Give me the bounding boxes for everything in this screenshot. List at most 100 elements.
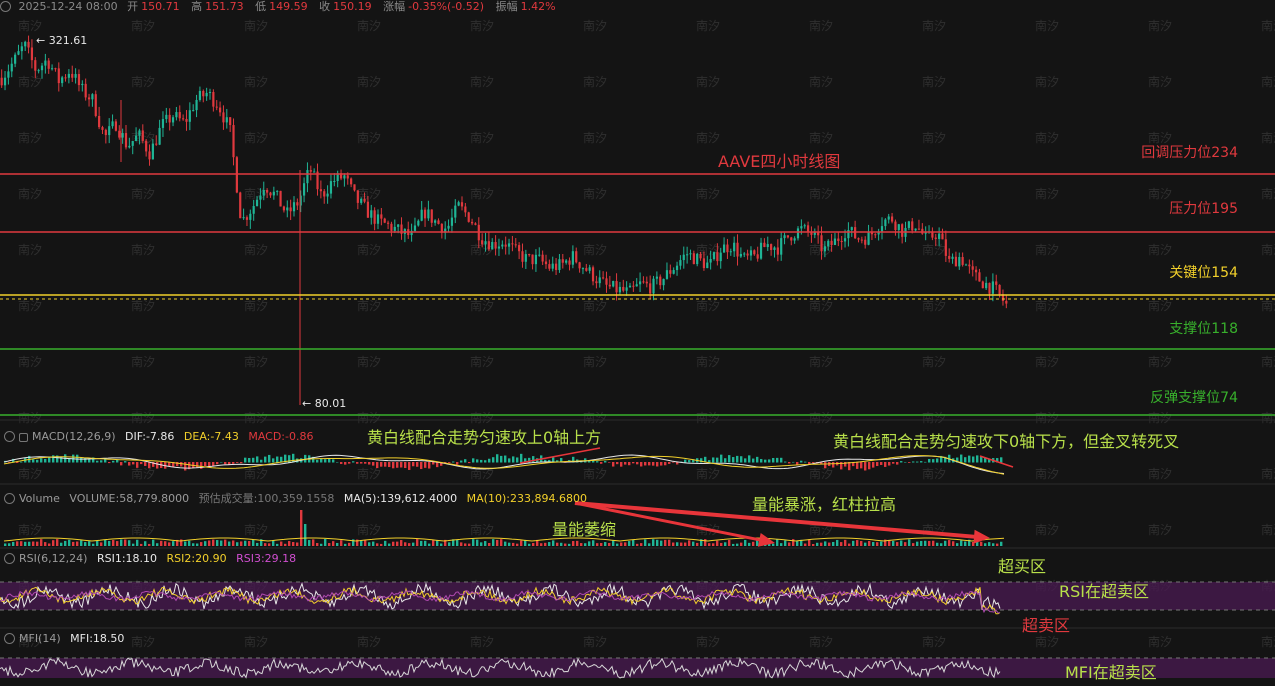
candle-body xyxy=(390,223,393,231)
collapse-icon[interactable] xyxy=(4,553,15,564)
candle-body xyxy=(887,216,890,220)
volume-bar xyxy=(512,542,515,546)
candle-body xyxy=(171,117,175,123)
volume-bar xyxy=(908,539,911,546)
macd-legend: MACD(12,26,9) DIF:-7.86 DEA:-7.43 MACD:-… xyxy=(4,430,313,443)
macd-histogram-bar xyxy=(936,458,939,463)
candle-body xyxy=(985,282,988,289)
candle-body xyxy=(50,68,54,70)
candle-body xyxy=(138,130,141,136)
volume-bar xyxy=(880,541,883,546)
volume-bar xyxy=(256,542,259,546)
candle-body xyxy=(608,284,611,287)
candle-body xyxy=(528,254,531,256)
volume-bar xyxy=(484,541,487,546)
mfi-value: MFI:18.50 xyxy=(70,632,125,645)
candle-body xyxy=(1005,300,1008,304)
volume-bar xyxy=(232,540,235,546)
candle-body xyxy=(272,191,275,196)
candle-body xyxy=(780,238,783,255)
candle-body xyxy=(229,117,232,126)
volume-bar xyxy=(248,541,251,546)
candle-body xyxy=(77,74,81,86)
collapse-icon[interactable] xyxy=(4,431,15,442)
watermark-text: 南汐 xyxy=(1148,410,1172,425)
volume-bar xyxy=(860,541,863,546)
collapse-icon[interactable] xyxy=(0,1,11,12)
collapse-icon[interactable] xyxy=(4,633,15,644)
macd-histogram-bar xyxy=(960,454,963,463)
volume-bar xyxy=(688,540,691,546)
macd-histogram-bar xyxy=(608,462,611,463)
candle-body xyxy=(108,126,111,136)
candle-body xyxy=(494,242,497,249)
candle-body xyxy=(521,251,524,262)
candle-body xyxy=(255,199,259,207)
macd-histogram-bar xyxy=(60,456,63,463)
volume-bar xyxy=(936,542,939,546)
volume-bar xyxy=(136,539,139,546)
watermark-text: 南汐 xyxy=(1035,74,1059,89)
watermark-text: 南汐 xyxy=(922,130,946,145)
candle-body xyxy=(302,183,306,196)
macd-histogram-bar xyxy=(264,456,267,463)
macd-histogram-bar xyxy=(660,462,663,466)
candle-body xyxy=(262,190,265,196)
macd-histogram-bar xyxy=(236,462,239,463)
candle-body xyxy=(706,262,709,269)
ohlc-header: 2025-12-24 08:00 开 150.71 高 151.73 低 149.59… xyxy=(0,0,564,14)
watermark-text: 南汐 xyxy=(131,410,155,425)
macd-histogram-bar xyxy=(664,462,667,466)
volume-legend: Volume VOLUME:58,779.8000 预估成交量:100,359.… xyxy=(4,490,587,506)
candle-body xyxy=(279,190,282,207)
candle-body xyxy=(178,112,181,119)
watermark-text: 南汐 xyxy=(809,186,833,201)
macd-histogram-bar xyxy=(968,455,971,463)
volume-bar xyxy=(112,540,115,546)
macd-histogram-bar xyxy=(900,461,903,463)
candle-body xyxy=(605,278,608,285)
collapse-icon[interactable] xyxy=(4,493,15,504)
candle-body xyxy=(161,119,165,128)
candle-body xyxy=(803,225,806,227)
volume-bar xyxy=(84,542,87,546)
candle-body xyxy=(168,114,171,123)
macd-histogram-bar xyxy=(460,460,463,463)
macd-histogram-bar xyxy=(856,462,859,469)
volume-bar xyxy=(828,542,831,546)
volume-bar xyxy=(360,540,363,546)
macd-histogram-bar xyxy=(876,462,879,467)
volume-bar xyxy=(92,543,95,546)
candle-body xyxy=(245,217,249,220)
macd-histogram-bar xyxy=(324,459,327,463)
macd-histogram-bar xyxy=(336,461,339,463)
candle-body xyxy=(662,278,665,286)
watermark-text: 南汐 xyxy=(131,298,155,313)
macd-histogram-bar xyxy=(640,462,643,467)
watermark-text: 南汐 xyxy=(131,522,155,537)
macd-histogram-bar xyxy=(1000,457,1003,463)
watermark-text: 南汐 xyxy=(583,466,607,481)
candle-body xyxy=(114,121,118,131)
volume-bar xyxy=(912,543,915,546)
watermark-text: 南汐 xyxy=(357,186,381,201)
volume-bar xyxy=(284,543,287,546)
high-label: 高 xyxy=(191,0,203,13)
volume-bar xyxy=(652,539,655,546)
candle-body xyxy=(598,277,601,284)
volume-bar xyxy=(240,541,243,546)
macd-histogram-bar xyxy=(748,455,751,463)
watermark-text: 南汐 xyxy=(470,634,494,649)
candle-body xyxy=(840,241,843,243)
watermark-text: 南汐 xyxy=(696,130,720,145)
watermark-text: 南汐 xyxy=(922,410,946,425)
alarm-icon[interactable] xyxy=(19,433,28,442)
volume-bar xyxy=(68,539,71,546)
candle-body xyxy=(225,117,228,123)
candle-body xyxy=(585,268,588,271)
candle-body xyxy=(165,114,168,120)
macd-histogram-bar xyxy=(212,462,215,466)
volume-bar xyxy=(20,541,23,546)
volume-bar xyxy=(736,543,739,546)
watermark-text: 南汐 xyxy=(244,410,268,425)
